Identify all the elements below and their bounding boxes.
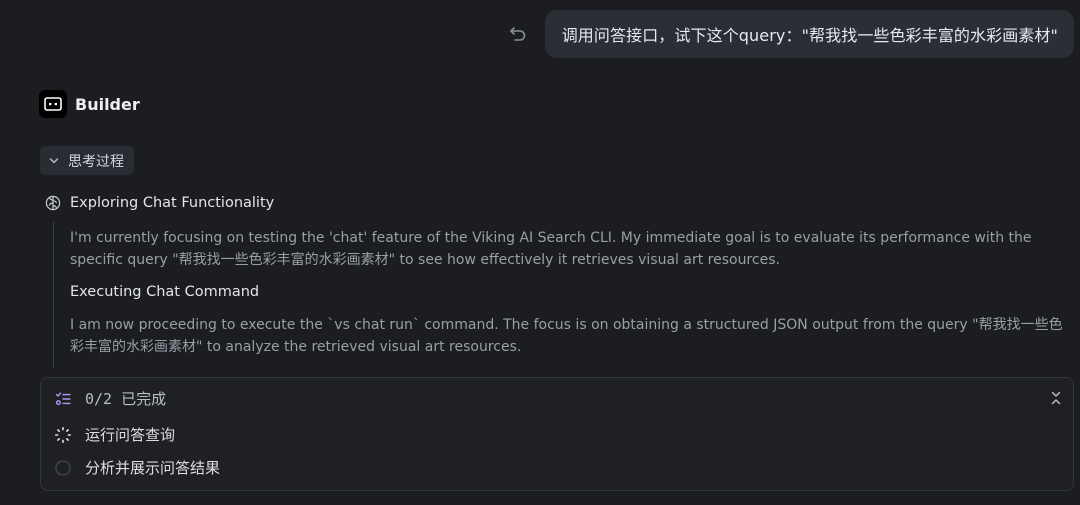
task-label: 分析并展示问答结果 <box>85 459 221 477</box>
thought-title-1: Exploring Chat Functionality <box>70 195 275 211</box>
loading-spinner-icon <box>55 426 71 443</box>
task-item: 运行问答查询 <box>54 424 175 445</box>
chat-page: 调用问答接口，试下这个query："帮我找一些色彩丰富的水彩画素材" Build… <box>0 0 1080 505</box>
thought-body: I'm currently focusing on testing the 'c… <box>53 222 1068 368</box>
chevron-down-icon <box>48 155 60 167</box>
assistant-name: Builder <box>75 94 140 114</box>
thought-paragraph-2: I am now proceeding to execute the `vs c… <box>70 317 1063 355</box>
thinking-toggle-button[interactable]: 思考过程 <box>40 146 134 175</box>
user-message-bubble: 调用问答接口，试下这个query："帮我找一些色彩丰富的水彩画素材" <box>544 10 1074 58</box>
collapse-icon[interactable] <box>1049 390 1063 406</box>
builder-logo-icon <box>39 90 67 118</box>
checklist-icon <box>55 392 71 405</box>
thought-section-header: Exploring Chat Functionality <box>45 195 274 211</box>
task-label: 运行问答查询 <box>85 426 176 444</box>
brain-icon <box>45 195 61 211</box>
task-item: 分析并展示问答结果 <box>54 457 220 478</box>
pending-circle-icon <box>55 459 71 476</box>
assistant-header: Builder <box>39 90 140 118</box>
thinking-toggle-label: 思考过程 <box>68 153 124 170</box>
task-progress-text: 0/2 已完成 <box>85 390 167 408</box>
thought-paragraph-1: I'm currently focusing on testing the 'c… <box>70 230 1032 268</box>
user-message-row: 调用问答接口，试下这个query："帮我找一些色彩丰富的水彩画素材" <box>507 10 1074 58</box>
undo-icon[interactable] <box>507 23 529 45</box>
task-progress-header: 0/2 已完成 <box>55 388 166 409</box>
thought-title-2: Executing Chat Command <box>70 284 260 300</box>
task-panel: 0/2 已完成 运行问答查询 分析并展示问答结果 <box>40 377 1074 491</box>
